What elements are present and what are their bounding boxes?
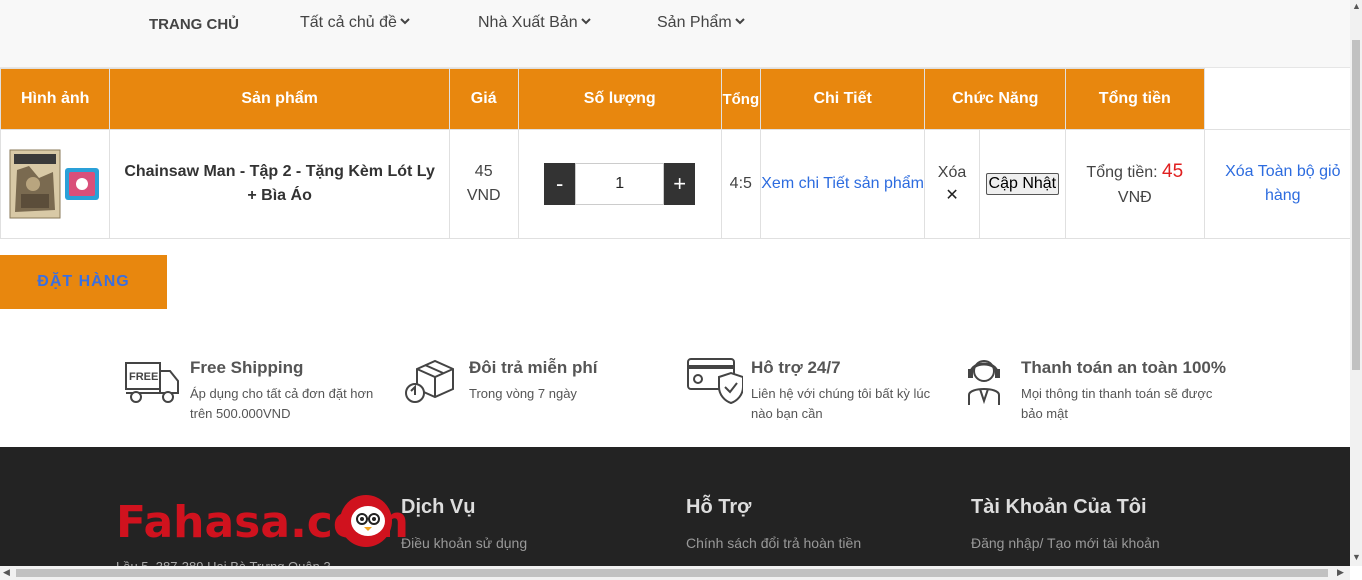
feature-desc: Trong vòng 7 ngày [469, 386, 577, 401]
grand-total-label: Tổng tiền: [1086, 163, 1158, 181]
footer-col-title: Tài Khoản Của Tôi [971, 496, 1147, 518]
scroll-up-icon[interactable]: ▲ [1352, 1, 1361, 11]
feature-desc: Liên hệ với chúng tôi bất kỳ lúc nào bạn… [751, 386, 931, 421]
product-name-cell: Chainsaw Man - Tập 2 - Tặng Kèm Lót Ly +… [109, 129, 450, 239]
price-currency: VND [466, 187, 501, 204]
footer-col-account: Tài Khoản Của Tôi Đăng nhập/ Tạo mới tài… [971, 496, 1160, 551]
nav-topics[interactable]: Tất cả chủ đề [300, 14, 410, 32]
footer-link[interactable]: Đăng nhập/ Tạo mới tài khoản [971, 535, 1160, 551]
update-cell: Cập Nhật [978, 129, 1067, 239]
nav-home[interactable]: TRANG CHỦ [149, 16, 239, 33]
chevron-down-icon [735, 18, 745, 25]
product-thumbnail[interactable] [9, 148, 101, 220]
nav-topics-label: Tất cả chủ đề [300, 14, 397, 31]
cart-table: Hình ảnh Sản phẩm Giá Số lượng Tổng Chi … [0, 68, 1362, 239]
quantity-stepper: - + [519, 163, 721, 205]
top-nav: TRANG CHỦ Tất cả chủ đề Nhà Xuất Bản Sản… [0, 0, 1350, 68]
footer: Fahasa.com Lầu 5, 387-389 Hai Bà Trưng Q… [0, 447, 1350, 580]
cart-header-row: Hình ảnh Sản phẩm Giá Số lượng Tổng Chi … [0, 68, 1362, 130]
header-functions: Chức Năng [924, 68, 1067, 130]
delete-label: Xóa [937, 164, 967, 181]
header-detail: Chi Tiết [759, 68, 926, 130]
nav-products-label: Sản Phẩm [657, 14, 732, 31]
table-row: Chainsaw Man - Tập 2 - Tặng Kèm Lót Ly +… [0, 129, 1362, 239]
footer-col-services: Dịch Vụ Điều khoản sử dụng [401, 496, 527, 551]
line-total-cell: 4:5 [720, 129, 761, 239]
detail-cell: Xem chi Tiết sản phẩm [759, 129, 926, 239]
feature-desc: Mọi thông tin thanh toán sẽ được bảo mật [1021, 386, 1213, 421]
clear-cart-link[interactable]: Xóa Toàn bộ giỏ hàng [1205, 160, 1361, 208]
truck-icon: FREE [125, 362, 179, 403]
clear-cart-cell: Xóa Toàn bộ giỏ hàng [1203, 129, 1362, 239]
feature-free-return: Đôi trả miễn phí Trong vòng 7 ngày [403, 355, 659, 407]
header-blank [1203, 68, 1362, 130]
svg-text:FREE: FREE [129, 371, 158, 383]
delete-cell: Xóa ✕ [924, 129, 980, 239]
footer-col-title: Dịch Vụ [401, 496, 476, 518]
header-total: Tổng [720, 68, 761, 130]
header-quantity: Số lượng [517, 68, 722, 130]
scroll-left-icon[interactable]: ◀ [3, 567, 10, 578]
grand-total-cell: Tổng tiền: 45 VNĐ [1065, 129, 1205, 239]
price-cell: 45 VND [448, 129, 519, 239]
nav-products[interactable]: Sản Phẩm [657, 14, 745, 32]
header-image: Hình ảnh [0, 68, 111, 130]
grand-total-amount: 45 [1162, 160, 1184, 182]
secure-card-icon [687, 358, 743, 405]
support-headset-icon [968, 360, 1000, 405]
price-value: 45 [474, 163, 493, 180]
delete-icon[interactable]: ✕ [925, 185, 978, 207]
feature-title: Thanh toán an toàn 100% [1021, 358, 1226, 377]
header-price: Giá [448, 68, 519, 130]
chevron-down-icon [580, 18, 591, 25]
decrease-quantity-button[interactable]: - [544, 163, 576, 205]
header-product: Sản phẩm [109, 68, 450, 130]
fahasa-logo[interactable]: Fahasa.com [116, 495, 409, 560]
manga-cover-image [9, 149, 100, 219]
feature-title: Free Shipping [190, 358, 304, 377]
increase-quantity-button[interactable]: + [664, 163, 696, 205]
logo-graphic: Fahasa.com [116, 495, 409, 548]
footer-link[interactable]: Chính sách đổi trả hoàn tiền [686, 535, 861, 551]
product-image-cell [0, 129, 111, 239]
view-detail-link[interactable]: Xem chi Tiết sản phẩm [761, 172, 925, 196]
nav-publishers-label: Nhà Xuất Bản [478, 14, 578, 31]
update-button[interactable]: Cập Nhật [985, 173, 1060, 195]
feature-desc: Áp dụng cho tất cả đơn đặt hơn trên 500.… [190, 386, 374, 421]
horizontal-scrollbar[interactable]: ◀ ▶ [0, 566, 1350, 580]
grand-total-currency: VNĐ [1117, 188, 1152, 206]
vertical-scrollbar[interactable]: ▲ ▼ [1350, 0, 1362, 566]
product-name[interactable]: Chainsaw Man - Tập 2 - Tặng Kèm Lót Ly +… [110, 160, 448, 208]
feature-secure-payment: Thanh toán an toàn 100% Mọi thông tin th… [955, 355, 1226, 424]
header-grand-total: Tổng tiền [1065, 68, 1205, 130]
horizontal-scroll-thumb[interactable] [16, 569, 1328, 577]
chevron-down-icon [400, 18, 410, 25]
footer-col-support: Hỗ Trợ Chính sách đổi trả hoàn tiền [686, 496, 861, 551]
page: TRANG CHỦ Tất cả chủ đề Nhà Xuất Bản Sản… [0, 0, 1362, 580]
line-total-value: 4:5 [729, 175, 752, 192]
feature-free-shipping: FREE Free Shipping Áp dụng cho tất cả đơ… [124, 355, 380, 424]
footer-link[interactable]: Điều khoản sử dụng [401, 535, 527, 551]
feature-title: Đôi trả miễn phí [469, 358, 598, 377]
grand-total-line: Tổng tiền: 45 [1066, 159, 1204, 186]
place-order-button[interactable]: ĐẶT HÀNG [0, 255, 167, 309]
feature-support: Hô trợ 24/7 Liên hệ với chúng tôi bất kỳ… [685, 355, 936, 424]
footer-col-title: Hỗ Trợ [686, 496, 752, 518]
nav-publishers[interactable]: Nhà Xuất Bản [478, 14, 591, 32]
quantity-cell: - + [517, 129, 722, 239]
feature-title: Hô trợ 24/7 [751, 358, 841, 377]
quantity-input[interactable] [575, 163, 665, 205]
vertical-scroll-thumb[interactable] [1352, 40, 1360, 370]
scroll-down-icon[interactable]: ▼ [1352, 552, 1361, 562]
scroll-right-icon[interactable]: ▶ [1337, 567, 1344, 578]
return-box-icon [405, 359, 454, 403]
